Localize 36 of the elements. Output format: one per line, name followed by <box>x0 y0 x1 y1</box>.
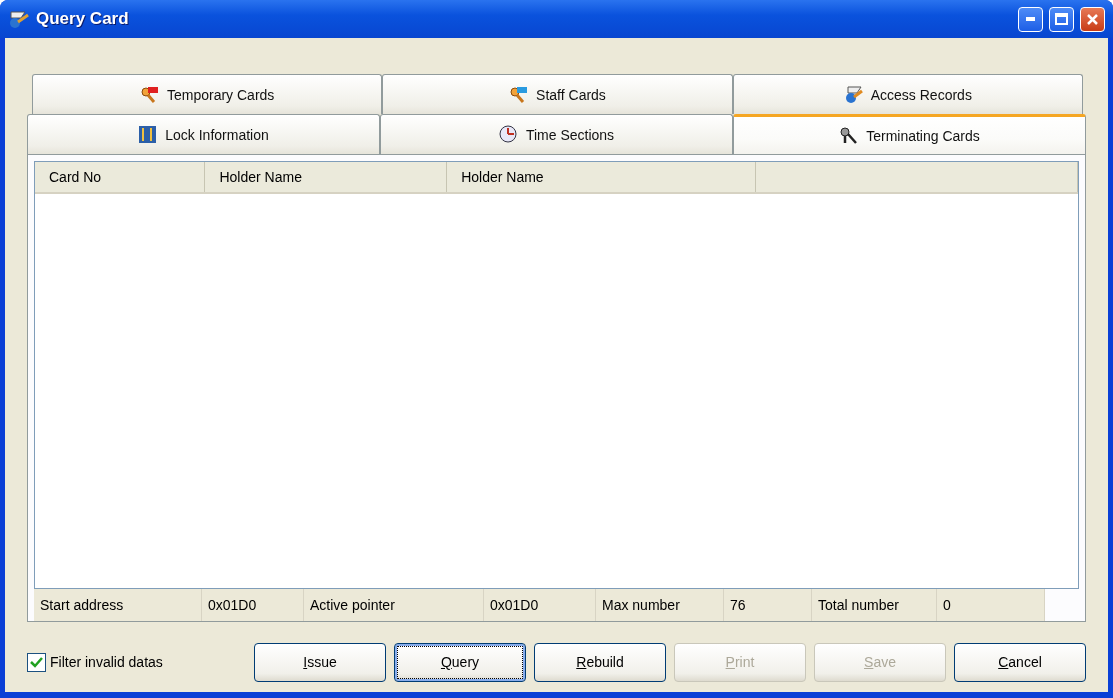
dialog-button[interactable]: Rebuild <box>534 642 666 682</box>
column-header[interactable]: Holder Name <box>205 162 448 192</box>
status-cell: 76 <box>724 589 812 621</box>
checkmark-icon <box>30 656 43 668</box>
status-cell: Total number <box>812 589 937 621</box>
tab[interactable]: Terminating Cards <box>733 114 1086 154</box>
minimize-button[interactable] <box>1018 6 1043 32</box>
tab[interactable]: Temporary Cards <box>32 74 383 114</box>
tab[interactable]: Staff Cards <box>382 74 733 114</box>
tab[interactable]: Access Records <box>732 74 1083 114</box>
status-cell: Start address <box>34 589 202 621</box>
column-header[interactable]: Holder Name <box>447 162 757 192</box>
window-title: Query Card <box>36 9 130 29</box>
clock-icon <box>498 125 518 144</box>
dialog-button[interactable]: Cancel <box>954 642 1086 682</box>
dialog-button[interactable]: Issue <box>254 642 386 682</box>
checkbox[interactable] <box>27 652 46 672</box>
key-icon <box>839 126 859 145</box>
status-cell: 0x01D0 <box>484 589 596 621</box>
maximize-icon <box>1055 13 1068 25</box>
app-icon <box>8 9 30 29</box>
column-header[interactable]: Card No <box>35 162 206 192</box>
tab[interactable]: Time Sections <box>380 114 733 154</box>
key-icon <box>139 85 159 104</box>
close-icon <box>1086 12 1099 26</box>
key-icon <box>509 85 529 104</box>
status-cell: Max number <box>596 589 724 621</box>
status-cell: Active pointer <box>304 589 484 621</box>
checkbox-label: Filter invalid datas <box>50 654 163 670</box>
status-cell: 0 <box>937 589 1045 621</box>
close-button[interactable] <box>1080 6 1105 32</box>
minimize-icon <box>1026 17 1035 21</box>
dialog-button[interactable]: Query <box>394 642 526 682</box>
status-cell: 0x01D0 <box>202 589 304 621</box>
tab[interactable]: Lock Information <box>27 114 380 154</box>
maximize-button[interactable] <box>1049 6 1074 32</box>
